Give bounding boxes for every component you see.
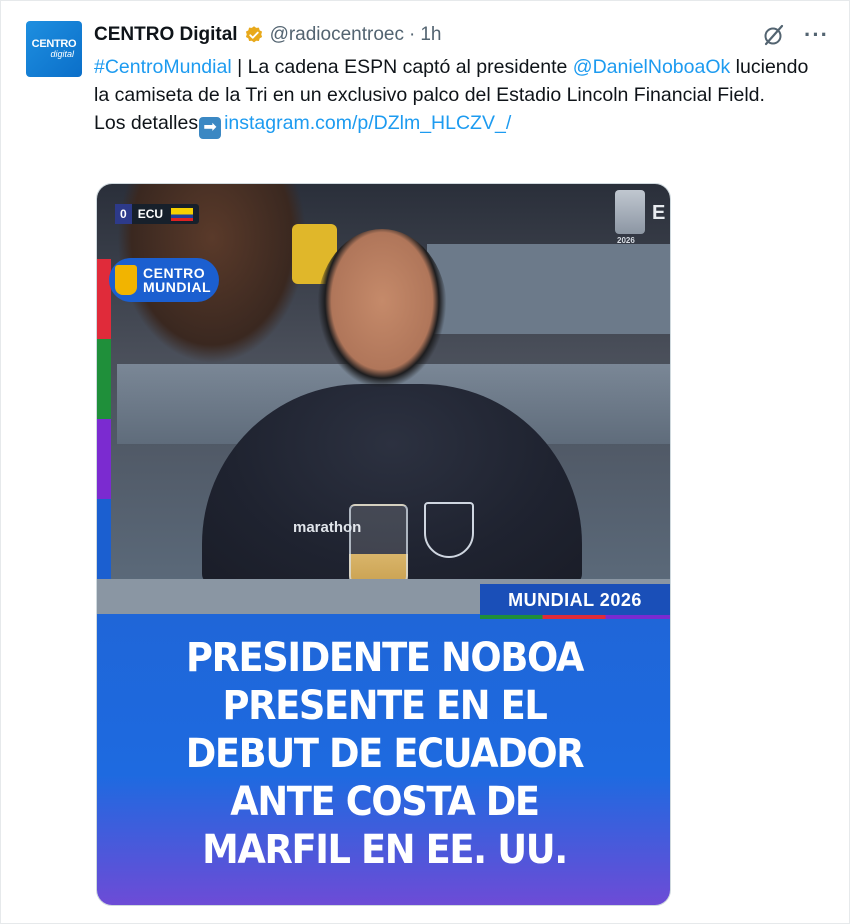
profile-avatar[interactable]: CENTRO digital: [26, 21, 82, 77]
tweet-text-part1: | La cadena ESPN captó al presidente: [231, 56, 573, 78]
trophy-icon: [115, 265, 137, 295]
centro-mundial-logo: CENTRO MUNDIAL: [109, 258, 219, 302]
scorebug: 0 ECU: [115, 204, 200, 224]
headline-line: PRESIDENTE NOBOA: [185, 635, 584, 681]
tweet-card[interactable]: CENTRO digital CENTRO Digital @radiocent…: [0, 0, 850, 924]
more-icon[interactable]: ···: [804, 24, 829, 46]
timestamp[interactable]: 1h: [420, 24, 441, 46]
instagram-link[interactable]: instagram.com/p/DZlm_HLCZV_/: [224, 112, 511, 134]
brand-color-bar: [97, 259, 111, 579]
team-code: ECU: [137, 207, 164, 221]
tweet-text: #CentroMundial | La cadena ESPN captó al…: [94, 53, 824, 139]
separator-dot: ·: [408, 24, 416, 45]
glass-icon: [349, 504, 408, 588]
tag-color-stripe: [480, 615, 670, 619]
headline-line: MARFIL EN EE. UU.: [202, 827, 568, 873]
mundial-2026-tag: MUNDIAL 2026: [480, 584, 670, 617]
world-cup-year: 2026: [617, 236, 635, 245]
arrow-right-emoji-icon: ➡: [199, 117, 222, 139]
hashtag-link[interactable]: #CentroMundial: [94, 56, 232, 78]
stadium-background: [427, 244, 670, 334]
grok-icon[interactable]: [762, 23, 786, 47]
ecuador-crest-icon: [424, 502, 474, 558]
score-value: 0: [115, 204, 132, 224]
photo-area: marathon 0 ECU CENTRO MUNDIAL 2026 E: [97, 184, 670, 614]
tweet-media-image[interactable]: marathon 0 ECU CENTRO MUNDIAL 2026 E MUN…: [96, 183, 671, 906]
centro-mundial-line1: CENTRO: [143, 265, 206, 281]
details-label: Los detalles: [94, 112, 199, 134]
tweet-header: CENTRO Digital @radiocentroec · 1h ···: [94, 21, 829, 49]
world-cup-logo-icon: [615, 190, 645, 234]
broadcaster-logo-icon: E: [652, 202, 666, 224]
avatar-text-digital: digital: [50, 49, 74, 59]
display-name[interactable]: CENTRO Digital: [94, 24, 238, 46]
president-head: [317, 229, 447, 389]
headline-line: ANTE COSTA DE: [230, 779, 540, 825]
header-actions: ···: [762, 21, 829, 49]
headline-line: PRESENTE EN EL: [222, 683, 548, 729]
headline-text: PRESIDENTE NOBOA PRESENTE EN EL DEBUT DE…: [120, 634, 649, 874]
centro-mundial-line2: MUNDIAL: [143, 279, 212, 295]
verified-badge-icon[interactable]: [244, 25, 264, 45]
ecuador-flag-icon: [171, 207, 194, 221]
user-handle[interactable]: @radiocentroec: [270, 24, 404, 46]
mention-link[interactable]: @DanielNoboaOk: [573, 56, 730, 78]
headline-line: DEBUT DE ECUADOR: [185, 731, 585, 777]
